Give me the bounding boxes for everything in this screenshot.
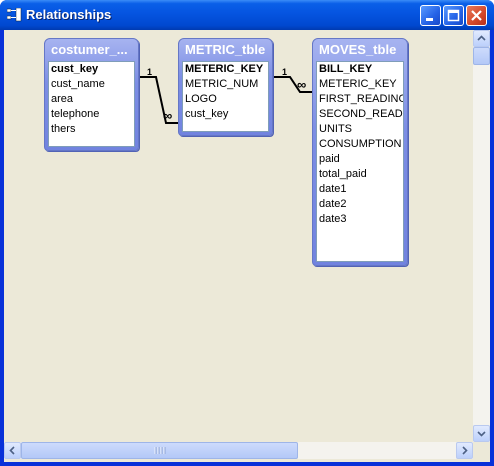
- field-item[interactable]: date3: [317, 212, 403, 227]
- title-bar[interactable]: Relationships: [0, 0, 494, 30]
- field-item[interactable]: METRIC_NUM: [183, 77, 268, 92]
- field-item[interactable]: area: [49, 92, 134, 107]
- maximize-button[interactable]: [443, 5, 464, 26]
- close-icon: [471, 10, 482, 21]
- size-grip[interactable]: [473, 442, 490, 459]
- horizontal-scroll-thumb[interactable]: [21, 442, 298, 459]
- field-list[interactable]: METERIC_KEY METRIC_NUM LOGO cust_key: [182, 61, 269, 132]
- table-title[interactable]: MOVES_tble: [319, 42, 403, 57]
- field-item[interactable]: BILL_KEY: [317, 62, 403, 77]
- field-item[interactable]: total_paid: [317, 167, 403, 182]
- table-costumer[interactable]: costumer_... cust_key cust_name area tel…: [44, 38, 139, 151]
- relationship-line-customer-metric[interactable]: [140, 76, 181, 124]
- window-title: Relationships: [26, 7, 112, 22]
- field-item[interactable]: cust_key: [183, 107, 268, 122]
- close-button[interactable]: [466, 5, 487, 26]
- vertical-scrollbar[interactable]: [473, 30, 490, 442]
- field-item[interactable]: date1: [317, 182, 403, 197]
- relationship-many-label: ∞: [163, 108, 173, 123]
- field-list[interactable]: cust_key cust_name area telephone thers: [48, 61, 135, 147]
- relationship-one-label: 1: [147, 67, 153, 77]
- grip-icon: [154, 447, 166, 454]
- field-item[interactable]: cust_name: [49, 77, 134, 92]
- arrow-up-icon: [477, 35, 486, 41]
- field-item[interactable]: LOGO: [183, 92, 268, 107]
- field-item[interactable]: paid: [317, 152, 403, 167]
- arrow-left-icon: [9, 446, 15, 455]
- table-title[interactable]: costumer_...: [51, 42, 134, 57]
- minimize-button[interactable]: [420, 5, 441, 26]
- scroll-right-button[interactable]: [456, 442, 473, 459]
- field-item[interactable]: telephone: [49, 107, 134, 122]
- arrow-down-icon: [477, 431, 486, 437]
- field-item[interactable]: METERIC_KEY: [183, 62, 268, 77]
- minimize-icon: [426, 18, 433, 21]
- relationship-many-label: ∞: [297, 77, 307, 92]
- field-item[interactable]: thers: [49, 122, 134, 137]
- relationship-line-metric-moves[interactable]: [274, 76, 315, 93]
- field-item[interactable]: CONSUMPTION: [317, 137, 403, 152]
- scroll-down-button[interactable]: [473, 425, 490, 442]
- table-moves[interactable]: MOVES_tble BILL_KEY METERIC_KEY FIRST_RE…: [312, 38, 408, 266]
- field-item[interactable]: FIRST_READING: [317, 92, 403, 107]
- field-item[interactable]: METERIC_KEY: [317, 77, 403, 92]
- table-metric[interactable]: METRIC_tble METERIC_KEY METRIC_NUM LOGO …: [178, 38, 273, 136]
- relationships-canvas[interactable]: 1 ∞ 1 ∞ costumer_... cust_key cust_name …: [4, 30, 473, 442]
- field-list[interactable]: BILL_KEY METERIC_KEY FIRST_READING SECON…: [316, 61, 404, 262]
- field-item[interactable]: SECOND_READING: [317, 107, 403, 122]
- field-item[interactable]: cust_key: [49, 62, 134, 77]
- relationships-window: Relationships 1 ∞ 1 ∞ costumer_... cust_…: [0, 0, 494, 466]
- horizontal-scrollbar[interactable]: [4, 442, 473, 459]
- field-item[interactable]: date2: [317, 197, 403, 212]
- maximize-icon: [447, 9, 460, 22]
- scroll-left-button[interactable]: [4, 442, 21, 459]
- relationships-canvas-area: 1 ∞ 1 ∞ costumer_... cust_key cust_name …: [4, 30, 490, 462]
- scroll-up-button[interactable]: [473, 30, 490, 47]
- table-title[interactable]: METRIC_tble: [185, 42, 268, 57]
- relationships-app-icon: [7, 8, 22, 22]
- arrow-right-icon: [462, 446, 468, 455]
- field-item[interactable]: UNITS: [317, 122, 403, 137]
- relationship-one-label: 1: [282, 67, 288, 77]
- vertical-scroll-thumb[interactable]: [473, 47, 490, 65]
